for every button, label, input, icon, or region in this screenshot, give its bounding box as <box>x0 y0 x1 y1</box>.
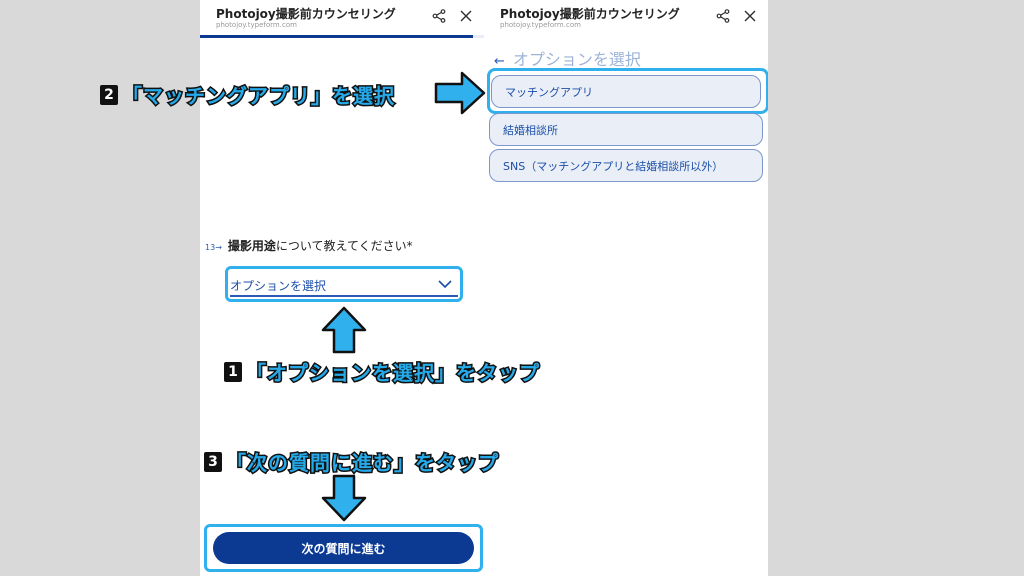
progress-bar <box>200 35 484 38</box>
step2-caption: 2 「マッチングアプリ」を選択 <box>100 80 396 110</box>
header: Photojoy撮影前カウンセリング photojoy.typeform.com <box>484 0 768 36</box>
option-matching-app[interactable]: マッチングアプリ <box>491 75 761 108</box>
option-select-dropdown[interactable]: オプションを選択 <box>225 266 463 302</box>
question-number: 13 <box>205 243 216 252</box>
step3-caption: 3 「次の質問に進む」をタップ <box>204 447 500 477</box>
back-arrow-icon[interactable]: ← <box>494 54 505 69</box>
step1-badge: 1 <box>224 361 242 382</box>
form-title: Photojoy撮影前カウンセリング <box>500 7 680 21</box>
form-url: photojoy.typeform.com <box>500 21 581 29</box>
step1-text: 「オプションを選択」をタップ <box>245 360 541 387</box>
close-icon[interactable] <box>459 9 473 23</box>
step2-badge: 2 <box>100 84 118 105</box>
arrow-right-icon <box>434 71 486 115</box>
arrow-up-icon <box>321 306 367 354</box>
back-to-select[interactable]: ← オプションを選択 <box>494 46 641 70</box>
option-sns[interactable]: SNS（マッチングアプリと結婚相談所以外） <box>489 149 763 182</box>
dropdown-field[interactable]: オプションを選択 <box>230 271 458 297</box>
next-question-button[interactable]: 次の質問に進む <box>213 532 474 564</box>
next-button-highlight: 次の質問に進む <box>204 524 483 572</box>
question-text: について教えてください* <box>275 239 413 253</box>
question-label: 13→ 撮影用途について教えてください* <box>205 235 413 254</box>
header: Photojoy撮影前カウンセリング photojoy.typeform.com <box>200 0 484 36</box>
share-icon[interactable] <box>432 9 446 23</box>
step1-caption: 1 「オプションを選択」をタップ <box>224 357 541 387</box>
arrow-down-icon <box>321 474 367 522</box>
question-bold-text: 撮影用途 <box>227 239 276 253</box>
select-heading: オプションを選択 <box>512 50 641 69</box>
step3-badge: 3 <box>204 451 222 472</box>
share-icon[interactable] <box>716 9 730 23</box>
form-panel-options: Photojoy撮影前カウンセリング photojoy.typeform.com… <box>484 0 768 576</box>
close-icon[interactable] <box>743 9 757 23</box>
form-title: Photojoy撮影前カウンセリング <box>216 7 396 21</box>
progress-fill <box>200 35 473 38</box>
option-marriage-agency[interactable]: 結婚相談所 <box>489 113 763 146</box>
dropdown-placeholder: オプションを選択 <box>230 279 327 293</box>
chevron-down-icon[interactable] <box>438 279 452 289</box>
arrow-right-icon: → <box>215 243 222 252</box>
step2-text: 「マッチングアプリ」を選択 <box>121 83 396 110</box>
step3-text: 「次の質問に進む」をタップ <box>225 450 500 477</box>
form-url: photojoy.typeform.com <box>216 21 297 29</box>
